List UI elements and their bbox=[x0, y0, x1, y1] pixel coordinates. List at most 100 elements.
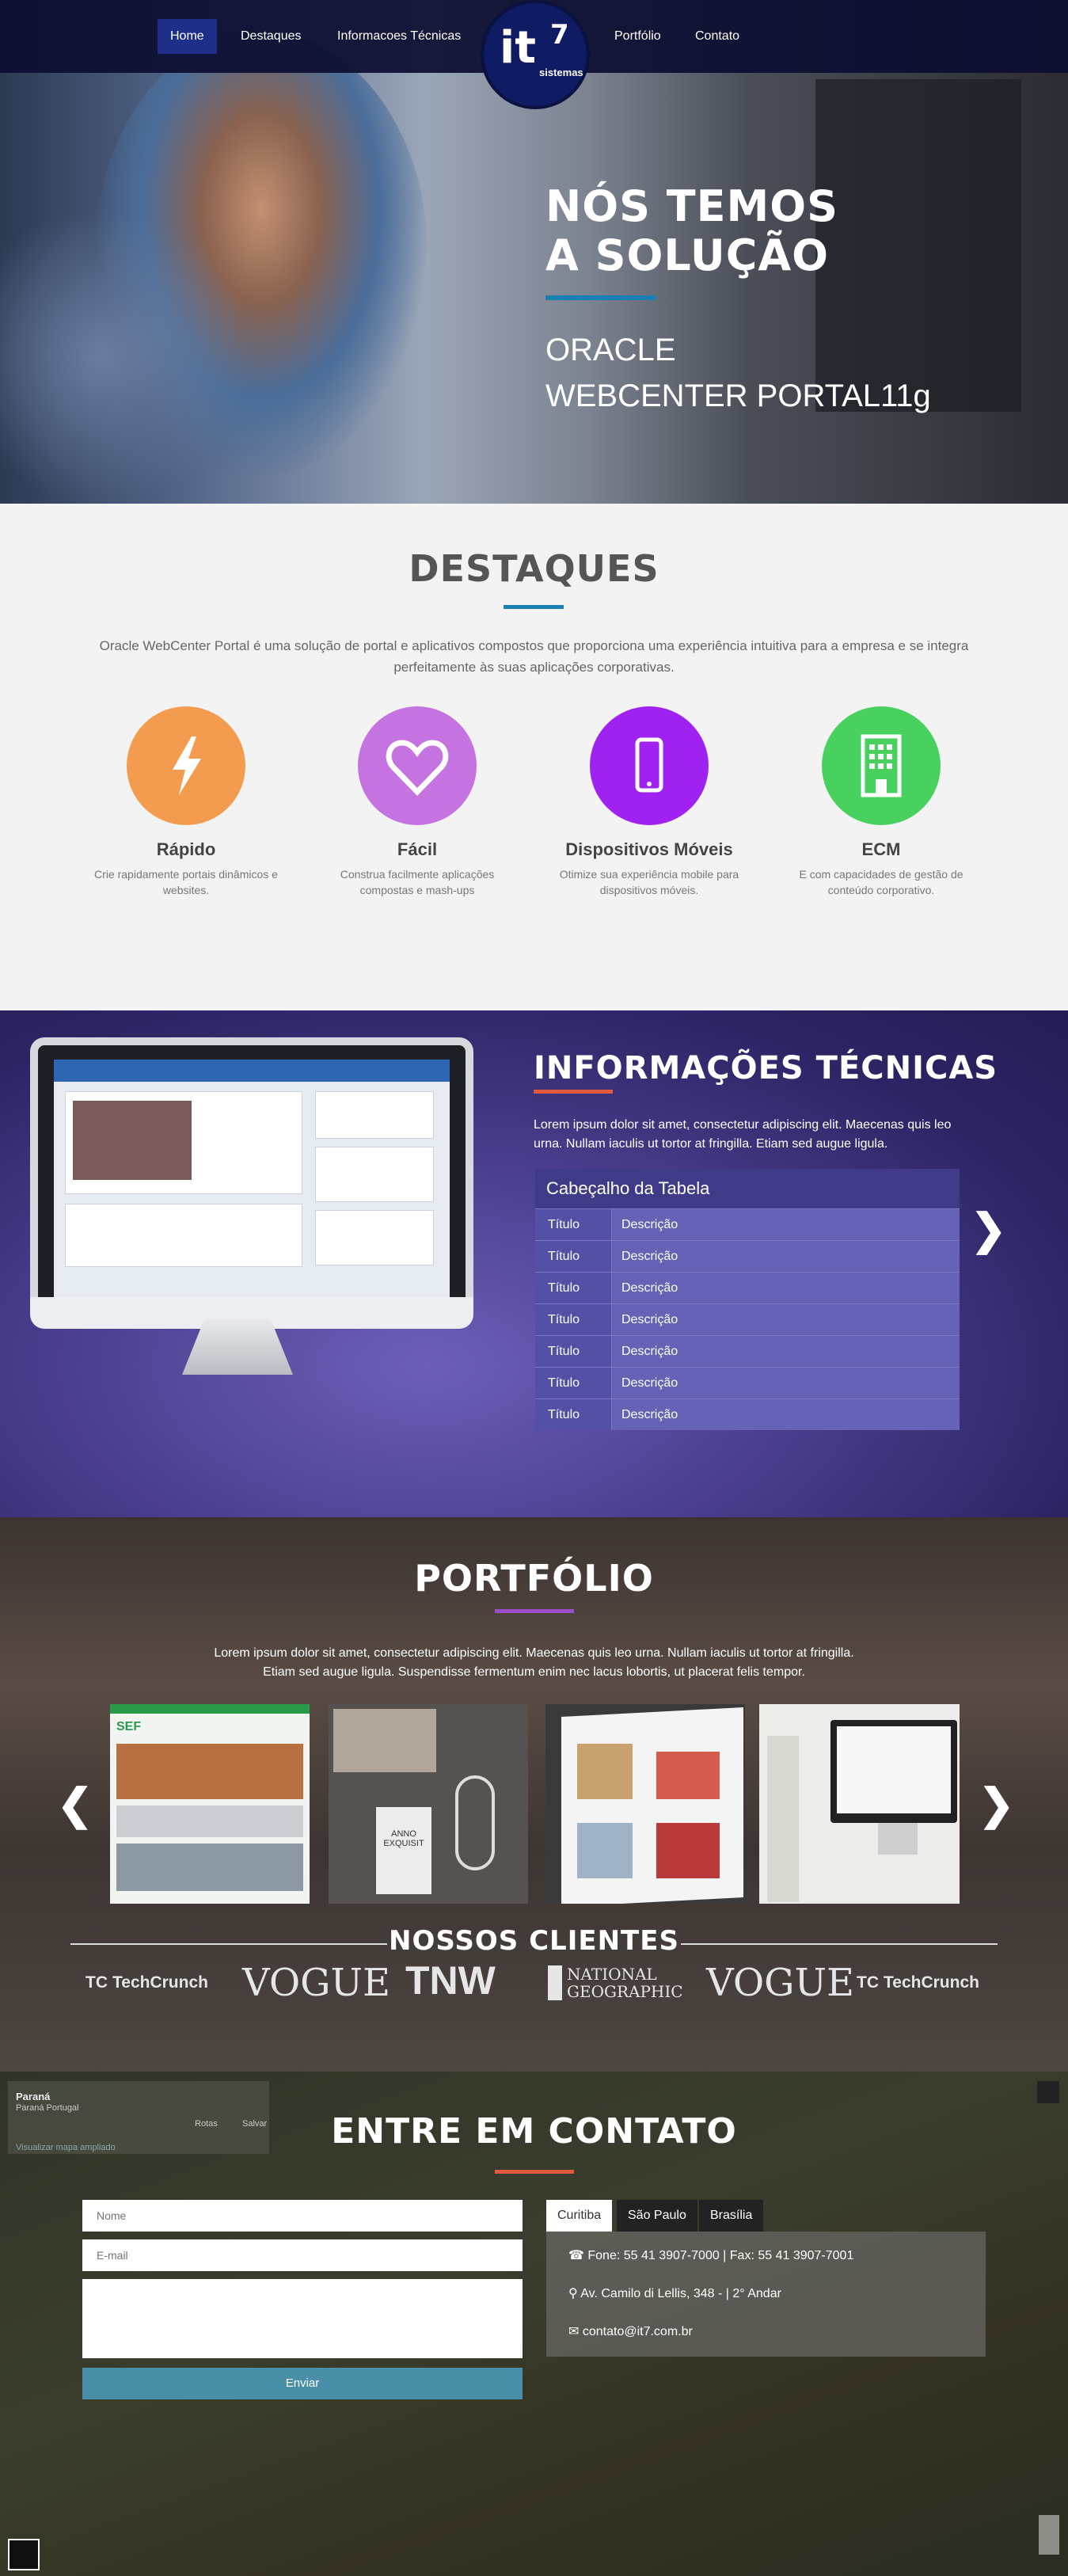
portfolio-description: Lorem ipsum dolor sit amet, consectetur … bbox=[158, 1644, 910, 1682]
destaques-description: Oracle WebCenter Portal é uma solução de… bbox=[99, 638, 969, 675]
hero-title: NÓS TEMOS A SOLUÇÃO bbox=[545, 182, 989, 280]
table-cell-description: Descrição bbox=[612, 1368, 960, 1398]
table-header: Cabeçalho da Tabela bbox=[535, 1169, 960, 1208]
tab-sao-paulo[interactable]: São Paulo bbox=[617, 2200, 697, 2232]
send-button[interactable]: Enviar bbox=[82, 2368, 523, 2399]
table-cell-description: Descrição bbox=[612, 1399, 960, 1430]
feature-name: ECM bbox=[861, 839, 901, 859]
tab-brasilia[interactable]: Brasília bbox=[699, 2200, 764, 2232]
client-logo-techcrunch: TC TechCrunch bbox=[86, 1973, 208, 1992]
informacoes-tecnicas-section: INFORMAÇÕES TÉCNICAS Lorem ipsum dolor s… bbox=[0, 1010, 1068, 1517]
table-row: Título Descrição bbox=[535, 1272, 960, 1303]
table-row: Título Descrição bbox=[535, 1335, 960, 1367]
destaques-section: DESTAQUES Oracle WebCenter Portal é uma … bbox=[0, 504, 1068, 1010]
table-cell-title: Título bbox=[535, 1209, 612, 1240]
tab-curitiba[interactable]: Curitiba bbox=[546, 2200, 613, 2232]
logo-number: 7 bbox=[550, 19, 569, 51]
monitor-screen bbox=[54, 1060, 450, 1299]
address-text: Av. Camilo di Lellis, 348 - | 2° Andar bbox=[580, 2287, 781, 2300]
email-row: ✉ contato@it7.com.br bbox=[568, 2323, 693, 2339]
portfolio-underline bbox=[495, 1609, 574, 1613]
contact-title: ENTRE EM CONTATO bbox=[331, 2111, 737, 2152]
monitor-image bbox=[30, 1037, 473, 1322]
table-cell-title: Título bbox=[535, 1399, 612, 1430]
portfolio-thumb-desktop[interactable] bbox=[759, 1704, 960, 1904]
phone-icon: ☎ bbox=[568, 2249, 588, 2262]
techcrunch-mark: TC bbox=[857, 1973, 879, 1992]
hero-title-line2: A SOLUÇÃO bbox=[545, 230, 830, 280]
phone-text: Fone: 55 41 3907-7000 | Fax: 55 41 3907-… bbox=[587, 2249, 854, 2262]
table-row: Título Descrição bbox=[535, 1303, 960, 1335]
portfolio-next-arrow-icon[interactable]: ❯ bbox=[979, 1783, 1014, 1826]
table-cell-title: Título bbox=[535, 1336, 612, 1367]
client-logo-national-geographic: NATIONAL GEOGRAPHIC bbox=[548, 1965, 683, 2000]
mobile-icon bbox=[590, 706, 709, 825]
portfolio-prev-arrow-icon[interactable]: ❮ bbox=[57, 1783, 93, 1826]
client-logo-techcrunch-2: TC TechCrunch bbox=[857, 1973, 979, 1992]
nav-contato[interactable]: Contato bbox=[682, 19, 752, 54]
feature-name: Dispositivos Móveis bbox=[565, 839, 733, 859]
feature-facil: Fácil Construa facilmente aplicações com… bbox=[310, 706, 524, 898]
portfolio-description-line1: Lorem ipsum dolor sit amet, consectetur … bbox=[214, 1646, 854, 1660]
hero-subtitle-line1: ORACLE bbox=[545, 333, 676, 367]
email-text[interactable]: contato@it7.com.br bbox=[583, 2325, 693, 2338]
destaques-underline bbox=[504, 605, 564, 609]
table-cell-description: Descrição bbox=[612, 1209, 960, 1240]
portfolio-thumb-stationery[interactable]: ANNO EXQUISIT bbox=[329, 1704, 528, 1904]
feature-ecm: ECM E com capacidades de gestão de conte… bbox=[774, 706, 988, 898]
logo-subtext: sistemas bbox=[539, 67, 583, 78]
map-satellite-toggle[interactable] bbox=[8, 2539, 40, 2570]
map-marker-icon: ⚲ bbox=[568, 2287, 581, 2300]
nav-portfolio[interactable]: Portfólio bbox=[602, 19, 674, 54]
nav-informacoes-tecnicas[interactable]: Informacoes Técnicas bbox=[325, 19, 473, 54]
feature-name: Rápido bbox=[156, 839, 216, 859]
map-zoom-control[interactable] bbox=[1039, 2515, 1059, 2555]
portfolio-thumb-label: ANNO EXQUISIT bbox=[383, 1829, 424, 1848]
table-cell-title: Título bbox=[535, 1273, 612, 1303]
table-cell-description: Descrição bbox=[612, 1304, 960, 1335]
contact-info-panel: ☎ Fone: 55 41 3907-7000 | Fax: 55 41 390… bbox=[546, 2232, 986, 2357]
info-underline bbox=[534, 1090, 613, 1094]
it7-logo[interactable]: it 7 sistemas bbox=[481, 0, 590, 109]
hero-subtitle-line2: WEBCENTER PORTAL11g bbox=[545, 379, 931, 413]
table-cell-description: Descrição bbox=[612, 1273, 960, 1303]
name-field[interactable] bbox=[82, 2200, 523, 2232]
client-logo-vogue-2: VOGUE bbox=[706, 1961, 855, 2005]
table-cell-description: Descrição bbox=[612, 1241, 960, 1272]
map-fullscreen-button[interactable] bbox=[1037, 2081, 1059, 2103]
portfolio-description-line2: Etiam sed augue ligula. Suspendisse ferm… bbox=[263, 1665, 805, 1679]
feature-description: E com capacidades de gestão de conteúdo … bbox=[799, 868, 963, 896]
email-field[interactable] bbox=[82, 2239, 523, 2271]
client-logo-vogue: VOGUE bbox=[242, 1961, 391, 2005]
feature-description: Crie rapidamente portais dinâmicos e web… bbox=[94, 868, 278, 896]
message-field[interactable] bbox=[82, 2279, 523, 2358]
destaques-title: DESTAQUES bbox=[409, 547, 659, 590]
feature-name: Fácil bbox=[397, 839, 438, 859]
building-icon bbox=[822, 706, 941, 825]
table-cell-title: Título bbox=[535, 1241, 612, 1272]
nav-home[interactable]: Home bbox=[158, 19, 217, 54]
clients-title: NOSSOS CLIENTES bbox=[389, 1925, 679, 1957]
table-cell-title: Título bbox=[535, 1304, 612, 1335]
logo-text: it bbox=[500, 22, 536, 74]
techcrunch-mark: TC bbox=[86, 1973, 108, 1992]
nav-destaques[interactable]: Destaques bbox=[228, 19, 314, 54]
table-cell-title: Título bbox=[535, 1368, 612, 1398]
map-place-name: Paraná bbox=[16, 2091, 51, 2102]
table-row: Título Descrição bbox=[535, 1367, 960, 1398]
hero-underline bbox=[545, 295, 656, 300]
contact-underline bbox=[495, 2170, 574, 2174]
lightning-icon bbox=[127, 706, 245, 825]
info-next-arrow-icon[interactable]: ❯ bbox=[971, 1208, 1006, 1251]
portfolio-thumb-label: SEF bbox=[116, 1720, 142, 1733]
phone-row: ☎ Fone: 55 41 3907-7000 | Fax: 55 41 390… bbox=[568, 2247, 853, 2263]
portfolio-thumb-sef[interactable]: SEF bbox=[110, 1704, 310, 1904]
info-title: INFORMAÇÕES TÉCNICAS bbox=[534, 1050, 998, 1086]
info-description: Lorem ipsum dolor sit amet, consectetur … bbox=[534, 1118, 952, 1151]
table-row: Título Descrição bbox=[535, 1398, 960, 1430]
table-row: Título Descrição bbox=[535, 1208, 960, 1240]
feature-description: Otimize sua experiência mobile para disp… bbox=[559, 868, 739, 896]
portfolio-section: PORTFÓLIO Lorem ipsum dolor sit amet, co… bbox=[0, 1517, 1068, 2072]
hero-title-line1: NÓS TEMOS bbox=[545, 181, 839, 231]
portfolio-thumb-website[interactable] bbox=[545, 1704, 745, 1904]
